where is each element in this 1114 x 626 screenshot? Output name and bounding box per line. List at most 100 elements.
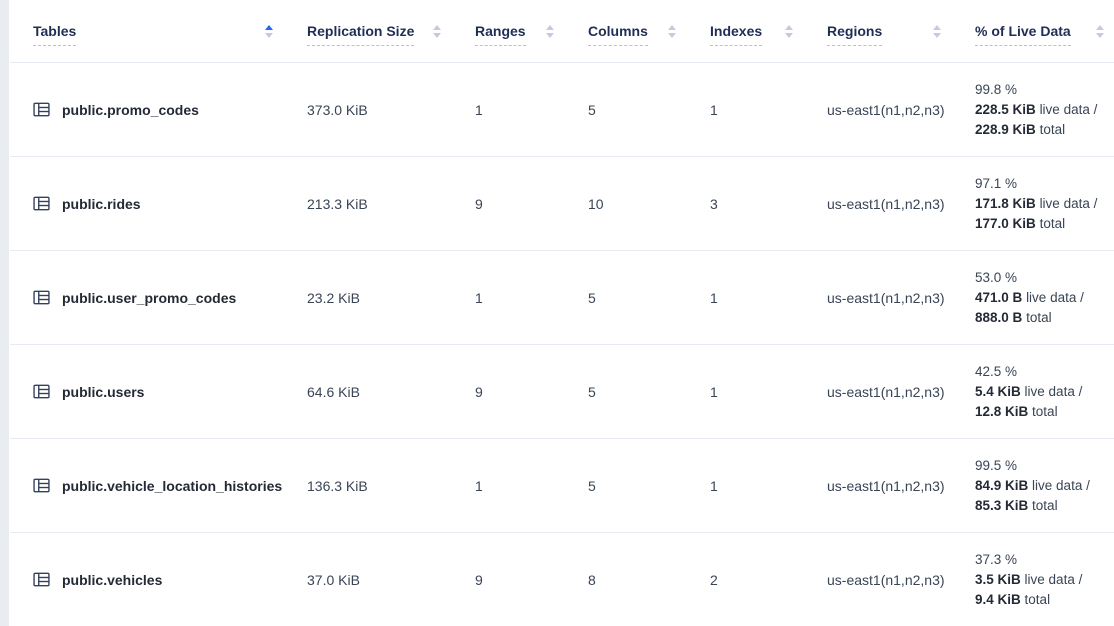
regions-value: us-east1(n1,n2,n3) bbox=[827, 384, 975, 400]
replication-size-value: 37.0 KiB bbox=[307, 572, 475, 588]
sort-control-tables[interactable] bbox=[263, 23, 275, 40]
sort-desc-icon bbox=[1096, 33, 1104, 38]
live-data-percent: 97.1 % bbox=[975, 174, 1114, 194]
column-header-label: Columns bbox=[588, 23, 648, 39]
indexes-value: 1 bbox=[710, 102, 827, 118]
live-data-percent: 99.8 % bbox=[975, 80, 1114, 100]
regions-value: us-east1(n1,n2,n3) bbox=[827, 102, 975, 118]
table-row[interactable]: public.promo_codes 373.0 KiB 1 5 1 us-ea… bbox=[10, 63, 1114, 157]
sort-desc-icon bbox=[785, 33, 793, 38]
indexes-value: 2 bbox=[710, 572, 827, 588]
sort-desc-icon bbox=[668, 33, 676, 38]
indexes-value: 1 bbox=[710, 478, 827, 494]
column-header-ranges[interactable]: Ranges bbox=[475, 23, 588, 40]
table-name-link[interactable]: public.vehicle_location_histories bbox=[10, 477, 307, 494]
live-data-percent: 37.3 % bbox=[975, 550, 1114, 570]
sort-control-columns[interactable] bbox=[666, 23, 678, 40]
table-name: public.user_promo_codes bbox=[62, 290, 236, 306]
sort-desc-icon bbox=[933, 33, 941, 38]
regions-value: us-east1(n1,n2,n3) bbox=[827, 290, 975, 306]
columns-value: 10 bbox=[588, 196, 710, 212]
live-data-percent: 42.5 % bbox=[975, 362, 1114, 382]
sort-asc-icon bbox=[265, 25, 273, 30]
live-data-size-line: 3.5 KiB live data / bbox=[975, 570, 1114, 590]
column-header-tables[interactable]: Tables bbox=[10, 23, 307, 40]
sort-asc-icon bbox=[785, 25, 793, 30]
table-icon bbox=[33, 289, 50, 306]
table-icon bbox=[33, 383, 50, 400]
table-name: public.users bbox=[62, 384, 144, 400]
regions-value: us-east1(n1,n2,n3) bbox=[827, 196, 975, 212]
column-header-indexes[interactable]: Indexes bbox=[710, 23, 827, 40]
live-data-percent: 53.0 % bbox=[975, 268, 1114, 288]
live-data-size-line: 84.9 KiB live data / bbox=[975, 476, 1114, 496]
table-name-link[interactable]: public.promo_codes bbox=[10, 101, 307, 118]
replication-size-value: 23.2 KiB bbox=[307, 290, 475, 306]
sort-asc-icon bbox=[1096, 25, 1104, 30]
table-name: public.promo_codes bbox=[62, 102, 199, 118]
sort-asc-icon bbox=[668, 25, 676, 30]
column-header-label: % of Live Data bbox=[975, 23, 1071, 39]
table-name-link[interactable]: public.rides bbox=[10, 195, 307, 212]
ranges-value: 1 bbox=[475, 290, 588, 306]
live-data-cell: 53.0 % 471.0 B live data / 888.0 B total bbox=[975, 268, 1114, 328]
replication-size-value: 64.6 KiB bbox=[307, 384, 475, 400]
table-row[interactable]: public.user_promo_codes 23.2 KiB 1 5 1 u… bbox=[10, 251, 1114, 345]
replication-size-value: 136.3 KiB bbox=[307, 478, 475, 494]
sort-desc-icon bbox=[265, 33, 273, 38]
replication-size-value: 373.0 KiB bbox=[307, 102, 475, 118]
ranges-value: 9 bbox=[475, 572, 588, 588]
table-name: public.vehicle_location_histories bbox=[62, 478, 282, 494]
sort-control-live-data[interactable] bbox=[1094, 23, 1106, 40]
live-data-size-line: 471.0 B live data / bbox=[975, 288, 1114, 308]
sort-control-indexes[interactable] bbox=[783, 23, 795, 40]
table-icon bbox=[33, 101, 50, 118]
table-icon bbox=[33, 571, 50, 588]
live-data-size-line: 5.4 KiB live data / bbox=[975, 382, 1114, 402]
indexes-value: 1 bbox=[710, 290, 827, 306]
sort-asc-icon bbox=[933, 25, 941, 30]
live-data-percent: 99.5 % bbox=[975, 456, 1114, 476]
total-size-line: 85.3 KiB total bbox=[975, 496, 1114, 516]
table-row[interactable]: public.vehicle_location_histories 136.3 … bbox=[10, 439, 1114, 533]
live-data-cell: 37.3 % 3.5 KiB live data / 9.4 KiB total bbox=[975, 550, 1114, 610]
sort-desc-icon bbox=[546, 33, 554, 38]
sort-control-replication-size[interactable] bbox=[431, 23, 443, 40]
live-data-cell: 99.5 % 84.9 KiB live data / 85.3 KiB tot… bbox=[975, 456, 1114, 516]
table-header-row: Tables Replication Size Ranges Columns bbox=[10, 0, 1114, 63]
live-data-cell: 97.1 % 171.8 KiB live data / 177.0 KiB t… bbox=[975, 174, 1114, 234]
regions-value: us-east1(n1,n2,n3) bbox=[827, 572, 975, 588]
live-data-cell: 42.5 % 5.4 KiB live data / 12.8 KiB tota… bbox=[975, 362, 1114, 422]
columns-value: 5 bbox=[588, 478, 710, 494]
ranges-value: 1 bbox=[475, 102, 588, 118]
table-row[interactable]: public.rides 213.3 KiB 9 10 3 us-east1(n… bbox=[10, 157, 1114, 251]
column-header-label: Indexes bbox=[710, 23, 762, 39]
columns-value: 5 bbox=[588, 384, 710, 400]
total-size-line: 177.0 KiB total bbox=[975, 214, 1114, 234]
ranges-value: 9 bbox=[475, 384, 588, 400]
table-name-link[interactable]: public.user_promo_codes bbox=[10, 289, 307, 306]
page-left-gutter bbox=[0, 0, 9, 626]
column-header-columns[interactable]: Columns bbox=[588, 23, 710, 40]
column-header-label: Replication Size bbox=[307, 23, 414, 39]
column-header-regions[interactable]: Regions bbox=[827, 23, 975, 40]
table-name-link[interactable]: public.users bbox=[10, 383, 307, 400]
column-header-label: Ranges bbox=[475, 23, 526, 39]
table-row[interactable]: public.vehicles 37.0 KiB 9 8 2 us-east1(… bbox=[10, 533, 1114, 626]
table-row[interactable]: public.users 64.6 KiB 9 5 1 us-east1(n1,… bbox=[10, 345, 1114, 439]
table-name-link[interactable]: public.vehicles bbox=[10, 571, 307, 588]
total-size-line: 12.8 KiB total bbox=[975, 402, 1114, 422]
column-header-replication-size[interactable]: Replication Size bbox=[307, 23, 475, 40]
table-icon bbox=[33, 195, 50, 212]
sort-control-ranges[interactable] bbox=[544, 23, 556, 40]
ranges-value: 9 bbox=[475, 196, 588, 212]
total-size-line: 228.9 KiB total bbox=[975, 120, 1114, 140]
column-header-live-data[interactable]: % of Live Data bbox=[975, 23, 1114, 40]
regions-value: us-east1(n1,n2,n3) bbox=[827, 478, 975, 494]
columns-value: 8 bbox=[588, 572, 710, 588]
ranges-value: 1 bbox=[475, 478, 588, 494]
live-data-size-line: 171.8 KiB live data / bbox=[975, 194, 1114, 214]
live-data-cell: 99.8 % 228.5 KiB live data / 228.9 KiB t… bbox=[975, 80, 1114, 140]
sort-desc-icon bbox=[433, 33, 441, 38]
sort-control-regions[interactable] bbox=[931, 23, 943, 40]
